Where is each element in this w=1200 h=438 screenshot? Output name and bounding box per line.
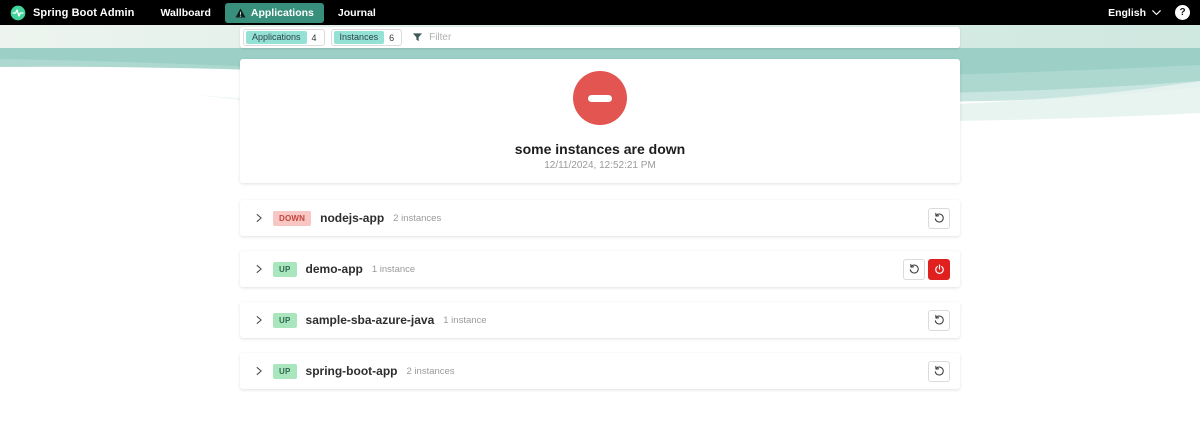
- instance-count: 2 instances: [406, 365, 455, 377]
- application-row-left: UP spring-boot-app 2 instances: [254, 363, 455, 379]
- nav-items: Wallboard Applications Journal: [151, 2, 386, 23]
- status-badge: UP: [273, 312, 297, 328]
- spring-boot-admin-logo-icon: [10, 5, 26, 20]
- restart-history-button[interactable]: [903, 258, 925, 280]
- row-actions: [928, 360, 950, 382]
- nav-item-label: Applications: [250, 6, 314, 19]
- row-actions: [928, 207, 950, 229]
- power-icon: [934, 264, 944, 274]
- application-row-left: DOWN nodejs-app 2 instances: [254, 210, 442, 226]
- applications-chip: Applications: [246, 30, 307, 45]
- application-row[interactable]: UP sample-sba-azure-java 1 instance: [240, 302, 960, 338]
- funnel-icon: [413, 33, 423, 42]
- top-navbar: Spring Boot Admin Wallboard Applications…: [0, 0, 1200, 25]
- expand-chevron-icon[interactable]: [254, 263, 264, 275]
- language-selector[interactable]: English: [1108, 7, 1161, 19]
- application-name: demo-app: [305, 262, 363, 276]
- instances-count-group[interactable]: Instances 6: [330, 29, 403, 46]
- instances-chip: Instances: [333, 30, 385, 45]
- application-row[interactable]: UP spring-boot-app 2 instances: [240, 353, 960, 389]
- restart-history-button[interactable]: [928, 207, 950, 229]
- application-row[interactable]: UP demo-app 1 instance: [240, 251, 960, 287]
- status-badge: DOWN: [273, 210, 312, 226]
- restart-history-icon: [934, 314, 944, 325]
- brand-group[interactable]: Spring Boot Admin: [10, 5, 135, 21]
- instance-count: 1 instance: [371, 263, 416, 275]
- row-actions: [903, 258, 950, 280]
- nav-item-journal[interactable]: Journal: [328, 3, 386, 23]
- chevron-down-icon: [1152, 9, 1161, 15]
- status-summary-card: some instances are down 12/11/2024, 12:5…: [240, 59, 960, 183]
- status-timestamp: 12/11/2024, 12:52:21 PM: [544, 160, 656, 171]
- restart-history-button[interactable]: [928, 309, 950, 331]
- filter-bar: Applications 4 Instances 6: [240, 27, 960, 48]
- restart-history-icon: [909, 263, 919, 274]
- shutdown-button[interactable]: [928, 258, 950, 280]
- application-list: DOWN nodejs-app 2 instances UP demo-app …: [240, 200, 960, 389]
- application-row-left: UP demo-app 1 instance: [254, 261, 416, 277]
- expand-chevron-icon[interactable]: [254, 365, 264, 377]
- help-icon[interactable]: ?: [1175, 5, 1190, 20]
- status-badge: UP: [273, 363, 297, 379]
- expand-chevron-icon[interactable]: [254, 314, 264, 326]
- applications-count-group[interactable]: Applications 4: [243, 29, 325, 46]
- nav-item-label: Wallboard: [160, 6, 211, 19]
- brand-title: Spring Boot Admin: [33, 6, 135, 19]
- main-content: Applications 4 Instances 6 some instance…: [240, 25, 960, 389]
- help-glyph: ?: [1179, 7, 1186, 18]
- language-label: English: [1108, 6, 1146, 19]
- application-name: nodejs-app: [320, 211, 385, 225]
- row-actions: [928, 309, 950, 331]
- application-name: spring-boot-app: [305, 364, 398, 378]
- application-name: sample-sba-azure-java: [305, 313, 435, 327]
- instance-count: 2 instances: [393, 212, 442, 224]
- restart-history-button[interactable]: [928, 360, 950, 382]
- applications-count: 4: [311, 32, 317, 43]
- application-row-left: UP sample-sba-azure-java 1 instance: [254, 312, 487, 328]
- nav-item-label: Journal: [337, 6, 376, 19]
- minus-circle-icon: [573, 71, 627, 125]
- status-badge: UP: [273, 261, 297, 277]
- status-title: some instances are down: [514, 141, 686, 157]
- nav-item-wallboard[interactable]: Wallboard: [151, 3, 221, 23]
- navbar-right: English ?: [1108, 5, 1190, 20]
- instances-count: 6: [389, 32, 395, 43]
- restart-history-icon: [934, 212, 944, 223]
- instance-count: 1 instance: [443, 314, 487, 326]
- application-row[interactable]: DOWN nodejs-app 2 instances: [240, 200, 960, 236]
- restart-history-icon: [934, 365, 944, 376]
- filter-input[interactable]: [429, 27, 954, 48]
- nav-item-applications[interactable]: Applications: [224, 2, 324, 23]
- warning-triangle-icon: [235, 7, 246, 18]
- expand-chevron-icon[interactable]: [254, 212, 264, 224]
